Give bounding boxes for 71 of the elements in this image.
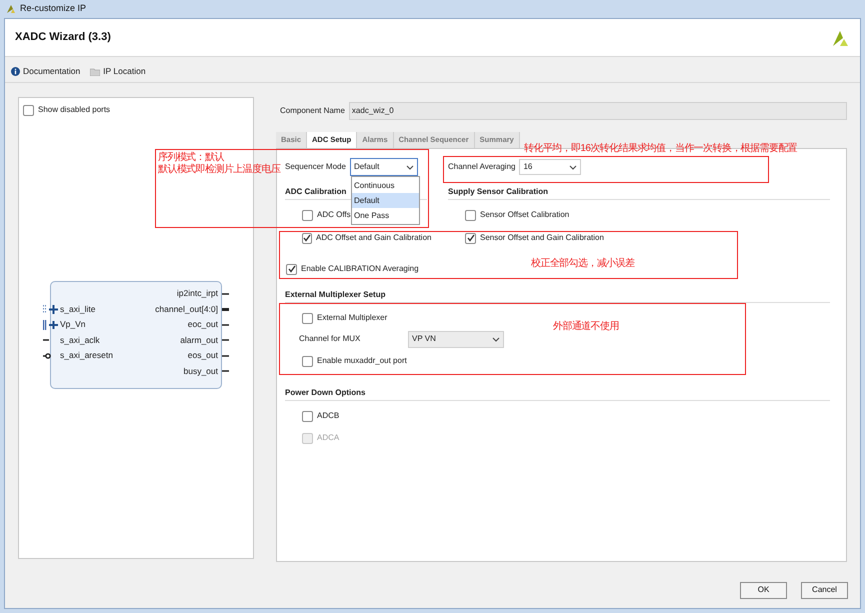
port-line-icon: [222, 370, 229, 372]
logo-icon: [6, 4, 16, 14]
section-heading: External Multiplexer Setup: [285, 288, 386, 300]
channel-for-mux-select[interactable]: VP VN: [408, 330, 504, 348]
section-heading: ADC Calibration: [285, 186, 346, 198]
info-icon: [11, 67, 20, 76]
checkbox[interactable]: [465, 232, 476, 244]
checkbox-label: ADCB: [317, 410, 340, 422]
annotation-text: 外部通道不使用: [553, 321, 619, 333]
section-heading: Power Down Options: [285, 386, 366, 398]
port-label: eoc_out: [188, 318, 218, 332]
checkbox-label: Show disabled ports: [38, 104, 110, 116]
dialog-button[interactable]: OK: [740, 582, 787, 598]
checkbox[interactable]: [286, 264, 297, 274]
section-heading: Supply Sensor Calibration: [448, 186, 548, 198]
toolbar-link[interactable]: IP Location: [90, 65, 146, 78]
dialog-button[interactable]: Cancel: [801, 582, 848, 598]
checkbox-label: Sensor Offset and Gain Calibration: [480, 232, 604, 244]
port-line-icon: [222, 339, 229, 342]
port-label: Vp_Vn: [60, 318, 86, 332]
annotation-text: 序列模式：默认 默认模式即检测片上温度电压: [158, 152, 280, 176]
wizard-title: XADC Wizard (3.3): [15, 30, 111, 46]
checkbox[interactable]: [302, 312, 313, 324]
checkmark-icon: [288, 265, 296, 273]
chevron-down-icon: [569, 164, 578, 170]
checkbox-label: Sensor Offset Calibration: [480, 209, 570, 221]
port-label: eos_out: [188, 349, 218, 362]
differential-port-icon: [43, 320, 58, 330]
chevron-down-icon: [492, 336, 500, 342]
checkbox[interactable]: [302, 232, 312, 244]
field-label: Sequencer Mode: [285, 161, 346, 173]
port-label: channel_out[4:0]: [155, 302, 218, 316]
toolbar-link[interactable]: Documentation: [11, 65, 80, 78]
checkbox[interactable]: [302, 356, 313, 366]
checkbox-label: Enable CALIBRATION Averaging: [301, 263, 419, 275]
checkbox-label: ADCA: [317, 432, 340, 444]
bus-port-icon: [43, 304, 58, 314]
reset-port-icon: [43, 352, 51, 359]
checkbox[interactable]: [23, 104, 34, 116]
port-line-icon: [222, 324, 229, 326]
sequencer-mode-select[interactable]: Default: [350, 158, 418, 176]
checkmark-icon: [466, 234, 474, 242]
annotation-text: 校正全部勾选，减小误差: [531, 258, 634, 270]
port-label: alarm_out: [180, 334, 218, 347]
port-label: s_axi_aclk: [60, 334, 100, 347]
window-title: Re-customize IP: [20, 2, 86, 16]
checkbox[interactable]: [302, 210, 313, 220]
checkbox-label: ADC Offset and Gain Calibration: [316, 232, 432, 244]
annotation-text: 转化平均，即16次转化结果求均值，当作一次转换，根据需要配置: [524, 143, 798, 155]
chevron-down-icon: [406, 164, 414, 170]
checkmark-icon: [303, 234, 311, 242]
field-label: Channel for MUX: [299, 333, 362, 345]
port-label: s_axi_lite: [60, 302, 96, 316]
port-line-icon: [222, 292, 229, 295]
checkbox-label: ADC Offs: [317, 209, 351, 221]
checkbox[interactable]: [302, 410, 313, 422]
folder-icon: [90, 68, 100, 76]
port-label: busy_out: [184, 364, 218, 378]
checkbox-label: Enable muxaddr_out port: [317, 355, 407, 367]
port-label: ip2intc_irpt: [176, 287, 218, 300]
channel-averaging-select[interactable]: 16: [519, 159, 582, 175]
bus-port-icon: [222, 308, 229, 311]
dropdown-option[interactable]: Default: [352, 193, 419, 208]
field-label: Component Name: [280, 105, 345, 117]
checkbox-label: External Multiplexer: [317, 312, 388, 324]
port-line-icon: [222, 354, 229, 357]
checkbox[interactable]: [465, 210, 476, 220]
field-label: Channel Averaging: [448, 161, 516, 173]
port-line-icon: [43, 339, 49, 342]
component-name-field[interactable]: xadc_wiz_0: [348, 102, 847, 120]
port-label: s_axi_aresetn: [60, 349, 113, 362]
